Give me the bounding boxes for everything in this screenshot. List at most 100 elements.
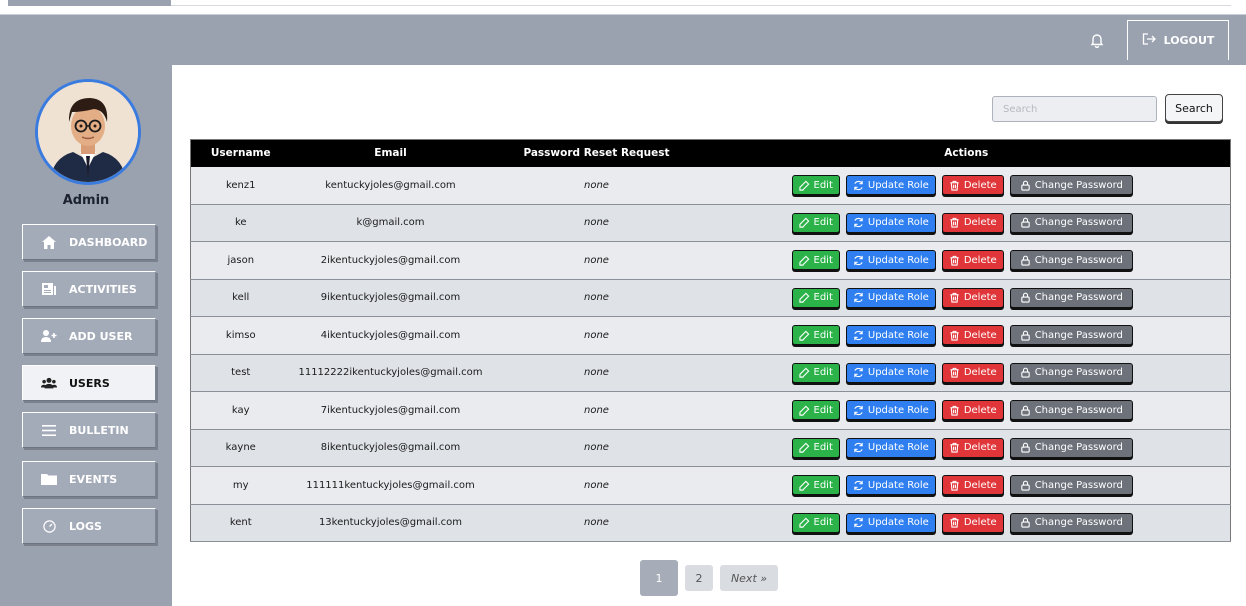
edit-button[interactable]: Edit xyxy=(791,250,840,271)
search-input[interactable] xyxy=(992,96,1157,122)
change-password-label: Change Password xyxy=(1034,329,1123,341)
delete-button[interactable]: Delete xyxy=(941,325,1004,346)
edit-label: Edit xyxy=(813,179,833,191)
delete-button[interactable]: Delete xyxy=(941,400,1004,421)
sidebar-item-bulletin[interactable]: BULLETIN xyxy=(22,412,156,448)
lock-icon xyxy=(1020,217,1031,228)
sidebar-item-dashboard[interactable]: DASHBOARD xyxy=(22,224,156,260)
sidebar-item-activities[interactable]: ACTIVITIES xyxy=(22,271,156,307)
change-password-button[interactable]: Change Password xyxy=(1009,362,1133,383)
cell-password-reset: none xyxy=(490,316,703,355)
update-role-button[interactable]: Update Role xyxy=(845,325,936,346)
update-role-button[interactable]: Update Role xyxy=(845,512,936,533)
cell-username: jason xyxy=(190,241,291,280)
update-role-button[interactable]: Update Role xyxy=(845,400,936,421)
delete-button[interactable]: Delete xyxy=(941,512,1004,533)
cell-username: test xyxy=(190,354,291,392)
change-password-button[interactable]: Change Password xyxy=(1009,175,1133,195)
sidebar-item-add-user[interactable]: ADD USER xyxy=(22,318,156,354)
edit-button[interactable]: Edit xyxy=(791,400,840,421)
cell-password-reset: none xyxy=(490,354,703,392)
update-role-button[interactable]: Update Role xyxy=(845,437,936,458)
change-password-button[interactable]: Change Password xyxy=(1009,437,1133,458)
change-password-label: Change Password xyxy=(1034,404,1123,416)
edit-button[interactable]: Edit xyxy=(791,512,840,533)
edit-icon xyxy=(798,217,810,228)
users-icon xyxy=(41,375,57,391)
cell-password-reset: none xyxy=(490,391,703,430)
update-role-button[interactable]: Update Role xyxy=(845,250,936,271)
cell-email: 2ikentuckyjoles@gmail.com xyxy=(290,241,491,280)
sidebar-item-users[interactable]: USERS xyxy=(22,365,156,401)
change-password-label: Change Password xyxy=(1034,292,1123,304)
change-password-button[interactable]: Change Password xyxy=(1009,212,1133,233)
change-password-button[interactable]: Change Password xyxy=(1009,475,1133,496)
edit-button[interactable]: Edit xyxy=(791,475,840,496)
update-role-label: Update Role xyxy=(867,479,929,491)
update-role-button[interactable]: Update Role xyxy=(845,362,936,383)
update-role-button[interactable]: Update Role xyxy=(845,475,936,496)
column-header-username: Username xyxy=(210,147,271,160)
refresh-icon xyxy=(853,405,864,416)
logout-button[interactable]: LOGOUT xyxy=(1127,20,1229,60)
top-strip-tab xyxy=(8,0,171,6)
refresh-icon xyxy=(853,367,864,378)
table-row: kimso 4ikentuckyjoles@gmail.com none Edit Up… xyxy=(190,316,1231,355)
delete-button[interactable]: Delete xyxy=(941,475,1004,496)
change-password-button[interactable]: Change Password xyxy=(1009,250,1133,271)
cell-email: 9ikentuckyjoles@gmail.com xyxy=(290,279,491,317)
update-role-label: Update Role xyxy=(867,367,929,379)
edit-icon xyxy=(798,330,810,341)
top-strip xyxy=(0,0,1246,15)
update-role-label: Update Role xyxy=(867,329,929,341)
sidebar-item-logs[interactable]: LOGS xyxy=(22,508,156,544)
search-button[interactable]: Search xyxy=(1165,94,1223,122)
change-password-button[interactable]: Change Password xyxy=(1009,325,1133,346)
trash-icon xyxy=(949,330,960,341)
bell-icon[interactable] xyxy=(1085,28,1109,52)
edit-button[interactable]: Edit xyxy=(791,362,840,383)
edit-button[interactable]: Edit xyxy=(791,212,840,233)
cell-actions: Edit Update Role Delete Change Password xyxy=(702,241,1231,280)
delete-button[interactable]: Delete xyxy=(941,287,1004,308)
change-password-label: Change Password xyxy=(1034,254,1123,266)
table-row: kent 13kentuckyjoles@gmail.com none Edit Upd… xyxy=(190,504,1231,542)
cell-password-reset: none xyxy=(490,504,703,542)
edit-button[interactable]: Edit xyxy=(791,287,840,308)
bars-icon xyxy=(41,422,57,438)
cell-email: 13kentuckyjoles@gmail.com xyxy=(290,504,491,542)
main-content: Search Username Email Password Reset Req… xyxy=(172,65,1246,606)
table-row: kayne 8ikentuckyjoles@gmail.com none Edit Up… xyxy=(190,429,1231,467)
page-1-button[interactable]: 1 xyxy=(640,560,678,596)
change-password-label: Change Password xyxy=(1034,179,1123,191)
change-password-label: Change Password xyxy=(1034,217,1123,229)
delete-button[interactable]: Delete xyxy=(941,212,1004,233)
page-2-button[interactable]: 2 xyxy=(685,565,713,591)
update-role-button[interactable]: Update Role xyxy=(845,212,936,233)
delete-label: Delete xyxy=(963,292,997,304)
edit-icon xyxy=(798,442,810,453)
trash-icon xyxy=(949,480,960,491)
top-strip-divider xyxy=(171,5,1231,6)
delete-button[interactable]: Delete xyxy=(941,362,1004,383)
delete-button[interactable]: Delete xyxy=(941,175,1004,195)
avatar[interactable] xyxy=(35,79,141,185)
delete-button[interactable]: Delete xyxy=(941,437,1004,458)
cell-actions: Edit Update Role Delete Change Password xyxy=(702,391,1231,430)
cell-actions: Edit Update Role Delete Change Password xyxy=(702,316,1231,355)
edit-button[interactable]: Edit xyxy=(791,437,840,458)
lock-icon xyxy=(1020,480,1031,491)
next-page-button[interactable]: Next » xyxy=(720,565,778,591)
edit-button[interactable]: Edit xyxy=(791,175,840,195)
update-role-button[interactable]: Update Role xyxy=(845,175,936,195)
edit-label: Edit xyxy=(813,517,833,529)
change-password-button[interactable]: Change Password xyxy=(1009,400,1133,421)
sidebar-item-events[interactable]: EVENTS xyxy=(22,461,156,497)
update-role-button[interactable]: Update Role xyxy=(845,287,936,308)
change-password-button[interactable]: Change Password xyxy=(1009,512,1133,533)
delete-button[interactable]: Delete xyxy=(941,250,1004,271)
cell-email: kentuckyjoles@gmail.com xyxy=(290,166,491,205)
edit-button[interactable]: Edit xyxy=(791,325,840,346)
update-role-label: Update Role xyxy=(867,517,929,529)
change-password-button[interactable]: Change Password xyxy=(1009,287,1133,308)
